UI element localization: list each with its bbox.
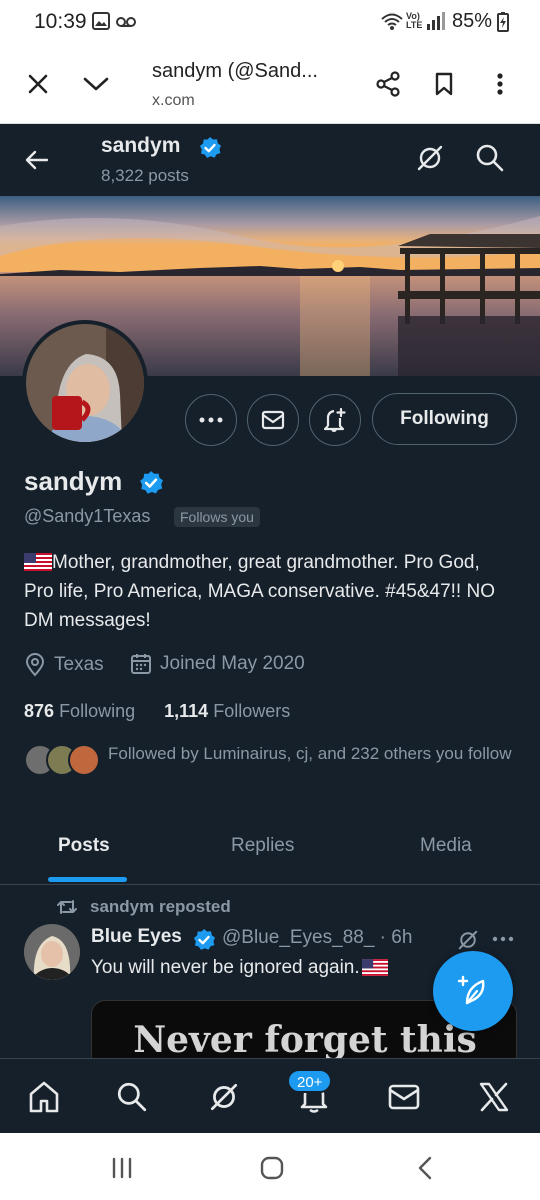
tab-replies[interactable]: Replies bbox=[231, 835, 294, 857]
repost-indicator[interactable]: sandym reposted bbox=[56, 897, 231, 917]
x-logo-icon[interactable] bbox=[474, 1077, 514, 1117]
verified-badge-icon bbox=[192, 928, 216, 952]
more-horizontal-icon bbox=[199, 417, 223, 423]
followers-count-link[interactable]: 1,114 Followers bbox=[164, 701, 290, 721]
follows-you-badge: Follows you bbox=[174, 507, 260, 527]
tweet-author-name[interactable]: Blue Eyes bbox=[91, 926, 182, 948]
message-button[interactable] bbox=[247, 394, 299, 446]
repost-label: sandym reposted bbox=[90, 897, 231, 916]
us-flag-icon bbox=[361, 959, 388, 976]
profile-avatar[interactable] bbox=[22, 320, 148, 446]
battery-charging-icon bbox=[497, 12, 509, 32]
header-posts-count: 8,322 posts bbox=[101, 166, 189, 185]
bio-text: Mother, grandmother, great grandmother. … bbox=[24, 552, 495, 631]
avatar bbox=[68, 744, 100, 776]
messages-envelope-icon[interactable] bbox=[384, 1077, 424, 1117]
gallery-icon bbox=[92, 12, 110, 30]
voicemail-icon bbox=[116, 16, 136, 28]
joined-text: Joined May 2020 bbox=[160, 653, 305, 674]
battery-percent: 85% bbox=[452, 10, 493, 32]
profile-handle: @Sandy1Texas bbox=[24, 506, 151, 526]
volte-icon: Vo) LTE bbox=[406, 11, 423, 30]
grok-icon[interactable] bbox=[456, 928, 480, 952]
signal-icon bbox=[426, 12, 446, 30]
search-icon[interactable] bbox=[112, 1077, 152, 1117]
browser-url[interactable]: x.com bbox=[152, 92, 195, 110]
search-icon[interactable] bbox=[474, 142, 506, 174]
grok-icon[interactable] bbox=[414, 142, 446, 174]
notifications-badge: 20+ bbox=[287, 1069, 333, 1093]
browser-toolbar: sandym (@Sand... x.com bbox=[0, 44, 540, 124]
compose-post-button[interactable] bbox=[433, 951, 513, 1031]
browser-page-title[interactable]: sandym (@Sand... bbox=[152, 60, 318, 83]
share-icon[interactable] bbox=[370, 66, 406, 102]
followers-count: 1,114 bbox=[164, 701, 209, 721]
us-flag-icon bbox=[24, 553, 52, 571]
repost-icon bbox=[57, 900, 77, 914]
home-button-icon[interactable] bbox=[257, 1155, 287, 1181]
followed-by-avatars[interactable] bbox=[24, 744, 100, 778]
header-profile-name: sandym bbox=[101, 134, 181, 157]
following-count: 876 bbox=[24, 701, 55, 721]
following-count-link[interactable]: 876 Following bbox=[24, 701, 135, 721]
recent-apps-icon[interactable] bbox=[107, 1155, 137, 1181]
verified-badge-icon bbox=[138, 470, 164, 496]
system-navigation-bar bbox=[0, 1133, 540, 1200]
tab-posts[interactable]: Posts bbox=[58, 835, 110, 857]
more-vertical-icon[interactable] bbox=[482, 66, 518, 102]
verified-badge-icon bbox=[198, 136, 222, 160]
status-time: 10:39 bbox=[34, 10, 87, 33]
status-bar: 10:39 Vo) LTE 85% bbox=[0, 0, 540, 44]
notify-button[interactable] bbox=[309, 394, 361, 446]
following-button[interactable]: Following bbox=[372, 393, 517, 445]
profile-top-nav: sandym 8,322 posts bbox=[0, 124, 540, 196]
tweet-text: You will never be ignored again. bbox=[91, 957, 388, 979]
bookmark-icon[interactable] bbox=[426, 66, 462, 102]
location-text: Texas bbox=[54, 654, 104, 675]
bottom-nav-bar: 20+ bbox=[0, 1058, 540, 1133]
more-options-button[interactable] bbox=[185, 394, 237, 446]
chevron-down-icon[interactable] bbox=[78, 66, 114, 102]
profile-name: sandym bbox=[24, 466, 123, 496]
envelope-icon bbox=[261, 410, 285, 430]
grok-icon[interactable] bbox=[204, 1077, 244, 1117]
bell-plus-icon bbox=[323, 407, 346, 432]
follow-counts: 876 Following 1,114 Followers bbox=[24, 701, 290, 722]
tweet-author-avatar[interactable] bbox=[24, 924, 80, 980]
active-tab-indicator bbox=[48, 877, 127, 882]
tweet-text-content: You will never be ignored again. bbox=[91, 957, 360, 978]
location-item: Texas bbox=[24, 653, 104, 677]
more-horizontal-icon[interactable] bbox=[492, 928, 514, 950]
profile-bio: Mother, grandmother, great grandmother. … bbox=[24, 548, 514, 635]
following-label: Following bbox=[59, 701, 136, 721]
tweet-author-handle[interactable]: @Blue_Eyes_88_ · 6h bbox=[222, 927, 412, 949]
profile-tabs: Posts Replies Media bbox=[0, 815, 540, 885]
tab-media[interactable]: Media bbox=[420, 835, 472, 857]
home-icon[interactable] bbox=[24, 1077, 64, 1117]
followers-label: Followers bbox=[213, 701, 291, 721]
followed-by-text[interactable]: Followed by Luminairus, cj, and 232 othe… bbox=[108, 742, 518, 765]
back-button-icon[interactable] bbox=[410, 1155, 440, 1181]
feather-plus-icon bbox=[457, 975, 485, 1005]
joined-item: Joined May 2020 bbox=[130, 653, 305, 675]
calendar-icon bbox=[131, 654, 151, 674]
location-pin-icon bbox=[25, 653, 45, 677]
close-icon[interactable] bbox=[20, 66, 56, 102]
wifi-icon bbox=[380, 12, 404, 32]
back-arrow-icon[interactable] bbox=[18, 142, 56, 178]
